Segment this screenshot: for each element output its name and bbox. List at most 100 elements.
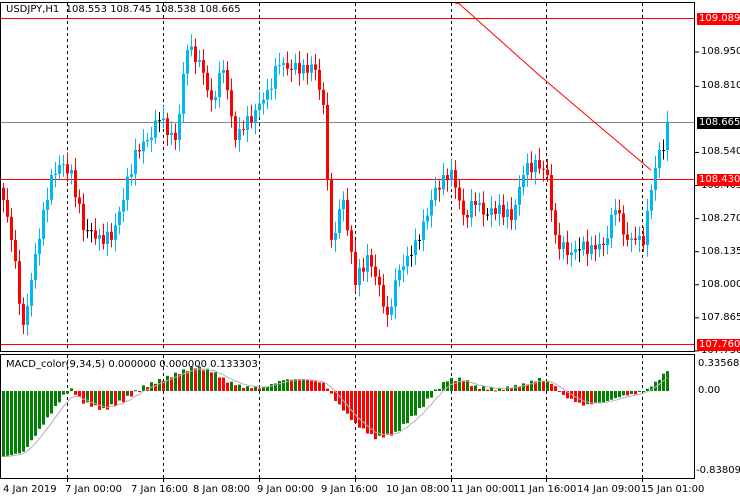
candle xyxy=(562,235,565,260)
symbol: USDJPY,H1 xyxy=(6,4,60,15)
candle-body xyxy=(294,62,297,70)
macd-bar xyxy=(354,391,357,423)
candle-body xyxy=(210,90,213,101)
candle-body xyxy=(594,245,597,250)
candle xyxy=(98,228,101,251)
price-scale-label: 107.865 xyxy=(701,311,740,323)
candle xyxy=(450,158,453,187)
price-scale-label: 108.950 xyxy=(701,46,740,57)
macd-bar xyxy=(66,391,69,394)
chart-canvas[interactable] xyxy=(0,0,740,500)
candle-body xyxy=(382,284,385,307)
candle xyxy=(430,189,433,228)
macd-bar xyxy=(614,391,617,399)
macd-bar xyxy=(174,372,177,391)
macd-bar xyxy=(142,385,145,391)
candle-body xyxy=(182,73,185,115)
candle xyxy=(514,199,517,230)
macd-bar xyxy=(18,391,21,454)
macd-bar xyxy=(114,391,117,406)
candle xyxy=(590,236,593,260)
candle xyxy=(662,139,665,160)
candle xyxy=(366,243,369,282)
candle-body xyxy=(394,280,397,307)
candle-body xyxy=(530,162,533,173)
candle-body xyxy=(514,204,517,221)
candle xyxy=(442,162,445,195)
macd-bar xyxy=(398,391,401,431)
candle-body xyxy=(18,261,21,304)
candle-body xyxy=(38,238,41,254)
candle xyxy=(110,223,113,248)
macd-bar xyxy=(26,391,29,447)
macd-bar xyxy=(402,391,405,424)
price-level-tag: 109.089 xyxy=(697,12,740,25)
candle xyxy=(602,237,605,257)
candle-body xyxy=(170,132,173,136)
candle xyxy=(326,92,329,191)
candle xyxy=(666,110,669,162)
macd-bar xyxy=(218,377,221,391)
candle xyxy=(254,103,257,135)
candle xyxy=(50,169,53,205)
candle xyxy=(54,162,57,188)
candle-body xyxy=(434,187,437,200)
candle xyxy=(390,298,393,321)
candle xyxy=(114,213,117,252)
price-level-tag: 108.430 xyxy=(697,173,740,186)
macd-bar xyxy=(58,391,61,403)
candle-body xyxy=(58,164,61,174)
candle xyxy=(330,172,333,248)
candle xyxy=(426,207,429,230)
candle-body xyxy=(438,187,441,190)
main-panel-frame xyxy=(0,2,695,352)
candle-body xyxy=(662,150,665,151)
macd-bar xyxy=(482,386,485,391)
candle-body xyxy=(230,90,233,117)
candle xyxy=(458,178,461,210)
candle-body xyxy=(310,64,313,73)
candle-body xyxy=(358,267,361,285)
macd-bar xyxy=(542,381,545,391)
candle xyxy=(314,53,317,81)
candle xyxy=(246,106,249,143)
candle-body xyxy=(546,169,549,175)
candle xyxy=(394,268,397,319)
macd-bar xyxy=(2,391,5,457)
macd-bar xyxy=(578,391,581,403)
macd-bar xyxy=(210,372,213,391)
candle-body xyxy=(606,238,609,246)
candle-body xyxy=(510,209,513,221)
candle xyxy=(178,104,181,151)
candle-body xyxy=(578,249,581,251)
macd-bar xyxy=(42,391,45,425)
candle xyxy=(302,59,305,81)
candle xyxy=(598,232,601,258)
candle xyxy=(634,226,637,245)
candle xyxy=(162,106,165,129)
macd-bar xyxy=(538,377,541,391)
time-label: 14 Jan 09:00 xyxy=(577,484,641,495)
candle-body xyxy=(626,234,629,240)
candle-body xyxy=(314,64,317,70)
candle xyxy=(486,208,489,221)
candle-body xyxy=(442,174,445,190)
candle-body xyxy=(62,164,65,166)
candle-body xyxy=(586,241,589,255)
macd-bar xyxy=(302,378,305,391)
candle-body xyxy=(50,174,53,200)
candle-body xyxy=(634,238,637,240)
candle xyxy=(118,206,121,235)
candle-body xyxy=(298,62,301,74)
candle-body xyxy=(282,63,285,65)
candle xyxy=(386,296,389,328)
candle-body xyxy=(494,208,497,215)
candle-body xyxy=(10,216,13,240)
candle xyxy=(322,82,325,115)
macd-bar xyxy=(30,391,33,441)
macd-bar xyxy=(254,386,257,391)
candle-body xyxy=(554,210,557,236)
candle xyxy=(658,142,661,178)
candle xyxy=(334,221,337,252)
candle xyxy=(582,236,585,256)
